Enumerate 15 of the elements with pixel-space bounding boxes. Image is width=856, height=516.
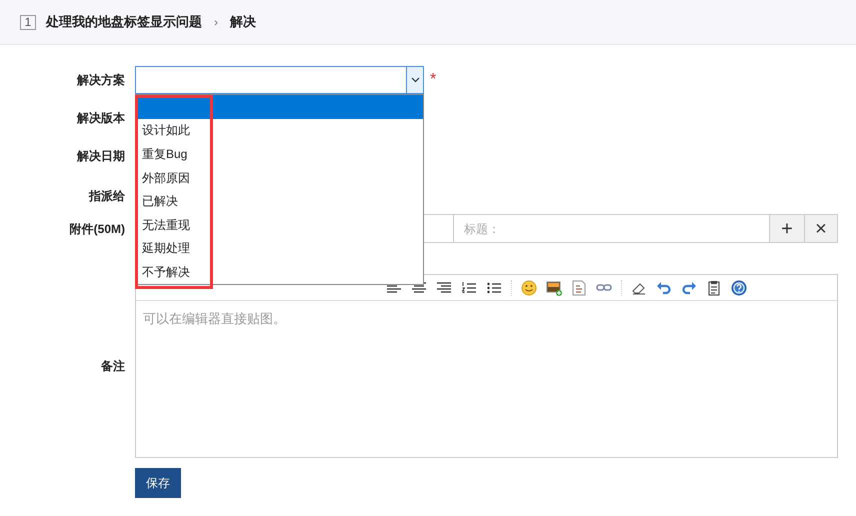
page-title: 处理我的地盘标签显示问题 xyxy=(46,13,202,32)
field-label: 解决方案 xyxy=(76,72,125,89)
required-mark: * xyxy=(430,72,436,88)
add-button[interactable]: + xyxy=(770,214,805,243)
editor-placeholder: 可以在编辑器直接贴图。 xyxy=(142,310,287,328)
save-button[interactable]: 保存 xyxy=(135,468,181,498)
index-label: 1 xyxy=(20,14,36,30)
field-label: 备注 xyxy=(100,358,125,375)
field-label: 指派给 xyxy=(88,188,125,205)
page-action: 解决 xyxy=(230,13,256,32)
field-label: 附件(50M) xyxy=(68,220,125,238)
field-label: 解决日期 xyxy=(76,148,125,165)
breadcrumb-separator: › xyxy=(213,14,219,31)
remove-button[interactable]: × xyxy=(805,214,838,243)
field-label: 解决版本 xyxy=(76,110,125,127)
